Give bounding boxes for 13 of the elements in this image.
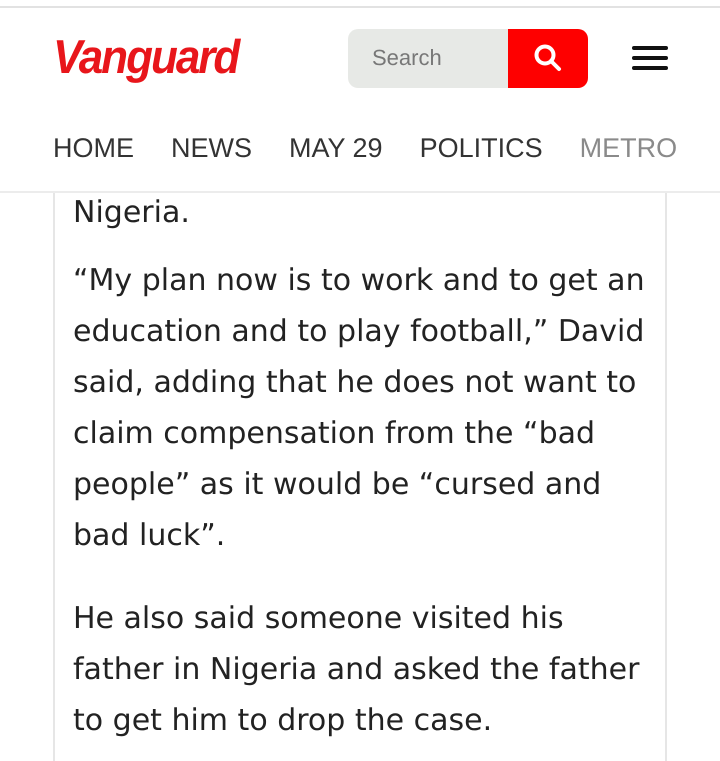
menu-button[interactable] — [632, 46, 668, 70]
article-paragraph: He also said someone visited his father in Nigeria and asked the father to get him to drop the case. — [73, 600, 640, 740]
nav-link[interactable]: POLITICS — [420, 133, 543, 164]
article-paragraph: Nigeria. — [73, 194, 191, 232]
search-button[interactable] — [508, 28, 588, 88]
menu-icon — [632, 46, 668, 70]
nav-link[interactable]: NEWS — [171, 133, 252, 164]
nav-link[interactable]: MAY 29 — [289, 133, 383, 164]
search-icon — [533, 43, 563, 73]
article-paragraph: “My plan now is to work and to get an education and to play football,” David said, adding that he does not want to claim compensation from the “bad people” as it would be “cursed and bad luck”. — [73, 262, 646, 555]
logo[interactable]: Vanguard — [53, 31, 238, 85]
nav-link[interactable]: HOME — [53, 133, 134, 164]
search-field[interactable]: Search — [348, 28, 508, 88]
